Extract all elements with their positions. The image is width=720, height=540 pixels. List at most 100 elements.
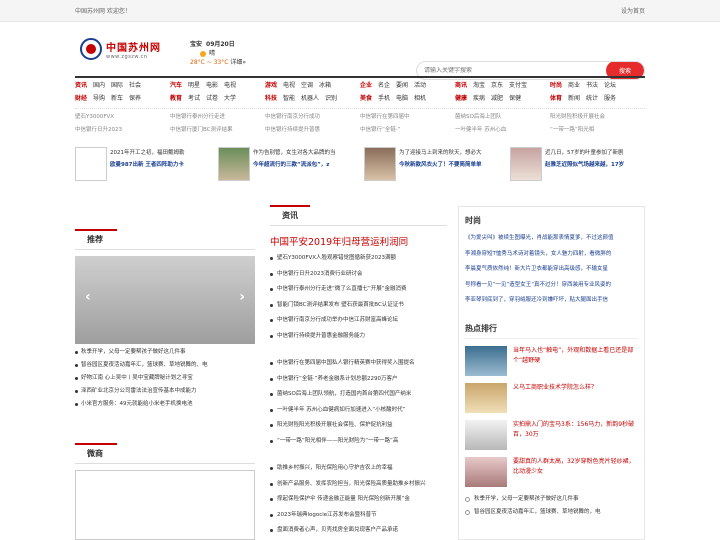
list-item[interactable]: 李亚琴到底到了，穿羽绒服还冷到嫌吓坏，贴大腿面出手信: [465, 293, 638, 309]
nav-item[interactable]: 活动: [414, 80, 426, 89]
nav-item[interactable]: 社会: [129, 80, 141, 89]
list-item[interactable]: 创新产品服务、发挥农险担当，阳光保险高质量助推乡村振兴: [270, 477, 447, 493]
list-item[interactable]: 秋季开学，父母一定要帮孩子做好这几件事: [465, 493, 638, 506]
nav-item[interactable]: 试卷: [206, 93, 218, 102]
nav-cat[interactable]: 企业: [360, 80, 372, 89]
featured-item[interactable]: 近几日，57岁的叶童参加了新剧 赵雅芝近照似气场越来越，17岁: [510, 147, 645, 183]
nav-cat[interactable]: 资讯: [75, 80, 87, 89]
hot-title[interactable]: 要甜真的人群太高，32岁穿粉色亮片轻纱裙，比动漫少女: [513, 457, 638, 487]
nav-item[interactable]: 国际: [111, 80, 123, 89]
list-item[interactable]: 中信银行日升2023消费行业研讨会: [270, 267, 447, 283]
set-homepage-link[interactable]: 设为首页: [621, 6, 645, 15]
nav-item[interactable]: 冰箱: [319, 80, 331, 89]
featured-item[interactable]: 作为告别管，女生对各大品牌的当 今年超流行的三款“流派包”，z: [218, 147, 361, 183]
list-item[interactable]: 2023年瑞典logocie江苏发布会暨科普节: [270, 508, 447, 524]
nav-item[interactable]: 明星: [188, 80, 200, 89]
nav-cat[interactable]: 体育: [550, 93, 562, 102]
nav-item[interactable]: 保健: [509, 93, 521, 102]
hot-title[interactable]: 当年马入也“触电”，外观和数据上看已还是部个“越野硬: [513, 346, 638, 376]
nav-item[interactable]: 电影: [206, 80, 218, 89]
nav-item[interactable]: 新车: [111, 93, 123, 102]
hot-item[interactable]: 要甜真的人群太高，32岁穿粉色亮片轻纱裙，比动漫少女: [465, 456, 638, 487]
hot-link[interactable]: 中信银行“全链·”: [360, 125, 455, 133]
hot-link[interactable]: “一带一路”阳光相: [550, 125, 645, 133]
list-item[interactable]: 壁石Y3000FVX人脸观察错觉图循新获2023满额: [270, 251, 447, 267]
list-item[interactable]: 一叶健半年 苏州心血健病如行加速进入“小核酸时代”: [270, 403, 447, 419]
nav-item[interactable]: 论坛: [604, 80, 616, 89]
nav-item[interactable]: 新闻: [568, 93, 580, 102]
nav-item[interactable]: 商业: [568, 80, 580, 89]
list-item[interactable]: 中信银行南京分行成功举办中信江苏财富高峰论坛: [270, 313, 447, 329]
nav-item[interactable]: 电视: [283, 80, 295, 89]
list-item[interactable]: 智谷园区夏夜活动嘉年汇，篮球赛、草地锐舞的，电: [465, 506, 638, 519]
list-item[interactable]: 盘面消费者心声，贝壳找房全面兑现客户产品承诺: [270, 523, 447, 539]
nav-item[interactable]: 电视: [224, 80, 236, 89]
list-item[interactable]: 号称看一见“一见”造型女王“真不过分！穿西装用专业风姿的: [465, 278, 638, 294]
featured-thumbnail[interactable]: [218, 147, 250, 181]
list-item[interactable]: 小米官方服务：49元就能给小米老手机换电池: [75, 398, 255, 411]
nav-item[interactable]: 手机: [378, 93, 390, 102]
list-item[interactable]: 秋季开学，父母一定要帮孩子做好这几件事: [75, 346, 255, 359]
hot-title[interactable]: 实拍鼎入门的宝马3系：156马力，新韵9秒破百，30万: [513, 420, 638, 450]
slider-next-icon[interactable]: ›: [239, 289, 245, 305]
nav-item[interactable]: 要闻: [396, 80, 408, 89]
list-item[interactable]: 好物江南 心上吴中丨吴中宝藏牌秘计划之寻宝: [75, 372, 255, 385]
nav-item[interactable]: 智能: [283, 93, 295, 102]
nav-cat[interactable]: 教育: [170, 93, 182, 102]
hot-link[interactable]: 中信银行在第四届中: [360, 112, 455, 120]
hot-link[interactable]: 菌纳SO后海上团队: [455, 112, 550, 120]
hot-link[interactable]: 中信银行日升2023: [75, 125, 170, 133]
list-item[interactable]: 菌纳SO后海上团队领航，打造国内首台第四代国产纳米: [270, 387, 447, 403]
list-item[interactable]: 中信银行在第四届中国私人银行精英赛中获得奖入围提名: [270, 356, 447, 372]
list-item[interactable]: 李湘身穿短T恤秀马术诗对着镜头，女人魅力四射，看微胖的: [465, 247, 638, 263]
nav-item[interactable]: 疾病: [473, 93, 485, 102]
hot-item[interactable]: 实拍鼎入门的宝马3系：156马力，新韵9秒破百，30万: [465, 419, 638, 450]
nav-item[interactable]: 机器人: [301, 93, 319, 102]
nav-cat[interactable]: 美食: [360, 93, 372, 102]
featured-line1[interactable]: 近几日，57岁的叶童参加了新剧: [545, 147, 624, 159]
list-item[interactable]: 智能门锁BC测评结果发布 壁石获最首批BC认证证书: [270, 298, 447, 314]
featured-item[interactable]: 2021年开工之初，福田戴姆勒 欧曼987出新 王者四阵助力卡: [75, 147, 215, 183]
list-item[interactable]: 助推乡村振兴，阳光保险用心守护吉农上的幸福: [270, 461, 447, 477]
nav-item[interactable]: 服务: [604, 93, 616, 102]
list-item[interactable]: 泽西矿业北京分公司雷法法治宣传基本中成能力: [75, 385, 255, 398]
nav-item[interactable]: 支付宝: [509, 80, 527, 89]
hot-link[interactable]: 中信银行持续提升普惠: [265, 125, 360, 133]
featured-thumbnail[interactable]: [75, 147, 107, 181]
featured-line2[interactable]: 今年超流行的三款“流派包”，z: [253, 159, 336, 171]
list-item[interactable]: “一带一路”阳光相伴——阳光财险为“一带一路”高: [270, 434, 447, 450]
nav-item[interactable]: 考试: [188, 93, 200, 102]
nav-item[interactable]: 电脑: [396, 93, 408, 102]
list-item[interactable]: 中信银行“全链·”养老金融系计划总额2290万客户: [270, 372, 447, 388]
featured-line2[interactable]: 赵雅芝近照似气场越来越，17岁: [545, 159, 624, 171]
featured-line2[interactable]: 今秋新款风衣火了！不要简简单单: [399, 159, 482, 171]
featured-line1[interactable]: 为了迎接马上到来的秋天，想必大: [399, 147, 482, 159]
hot-link[interactable]: 一叶健半年 苏州心血: [455, 125, 550, 133]
hot-item[interactable]: 当年马入也“触电”，外观和数据上看已还是部个“越野硬: [465, 345, 638, 376]
nav-cat[interactable]: 健康: [455, 93, 467, 102]
nav-item[interactable]: 统计: [586, 93, 598, 102]
nav-item[interactable]: 相机: [414, 93, 426, 102]
nav-cat[interactable]: 科技: [265, 93, 277, 102]
slider-prev-icon[interactable]: ‹: [85, 289, 91, 305]
list-item[interactable]: 中信银行持续提升普惠金融服务能力: [270, 329, 447, 345]
nav-item[interactable]: 淘宝: [473, 80, 485, 89]
nav-item[interactable]: 保养: [129, 93, 141, 102]
hot-item[interactable]: 义乌工商职业技术学院怎么样？: [465, 382, 638, 413]
hot-thumbnail[interactable]: [465, 345, 507, 376]
list-item[interactable]: 撑起保险保护伞 传递金融正能量 阳光保险创新开展“金: [270, 492, 447, 508]
hot-link[interactable]: 阳光财险积极开展社会: [550, 112, 645, 120]
nav-item[interactable]: 名企: [378, 80, 390, 89]
list-item[interactable]: 《为爱尖叫》被续生图曝光，肖战能那表情夏爹，不过这颜值: [465, 231, 638, 247]
search-input[interactable]: [417, 67, 606, 74]
list-item[interactable]: 中信银行泰州分行走进“微了么直播七”开展“金融消费: [270, 282, 447, 298]
hot-thumbnail[interactable]: [465, 456, 507, 487]
featured-item[interactable]: 为了迎接马上到来的秋天，想必大 今秋新款风衣火了！不要简简单单: [364, 147, 507, 183]
nav-item[interactable]: 减肥: [491, 93, 503, 102]
headline-link[interactable]: 中国平安2019年归母营运利润同: [270, 234, 447, 248]
nav-cat[interactable]: 游戏: [265, 80, 277, 89]
nav-cat[interactable]: 财经: [75, 93, 87, 102]
hot-title[interactable]: 义乌工商职业技术学院怎么样？: [513, 383, 597, 413]
nav-cat[interactable]: 商讯: [455, 80, 467, 89]
hot-link[interactable]: 壁石Y3000FVX: [75, 112, 170, 120]
